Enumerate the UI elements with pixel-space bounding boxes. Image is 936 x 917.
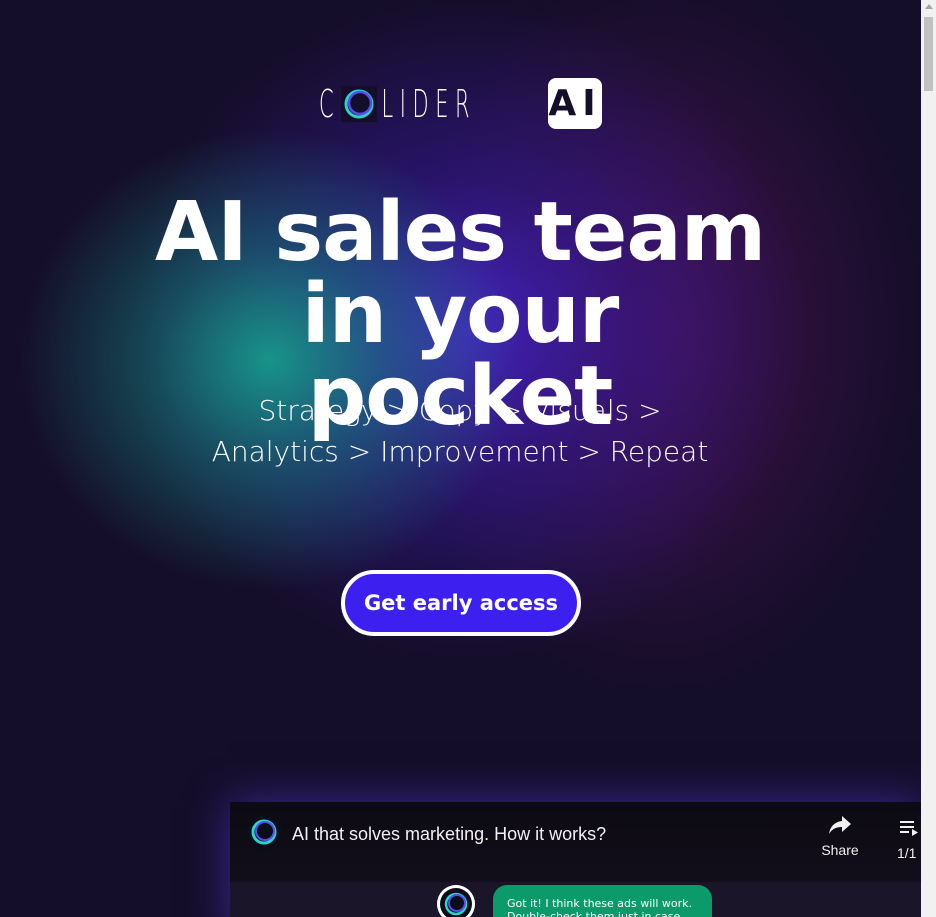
video-title[interactable]: AI that solves marketing. How it works? [292, 824, 606, 845]
playlist-button[interactable]: 1/1 [890, 814, 921, 864]
chat-bubble: Got it! I think these ads will work. Dou… [493, 885, 712, 917]
logo-ring-icon [341, 86, 377, 122]
hero-subtitle: Strategy > Copy > Visuals > Analytics > … [211, 394, 709, 468]
logo-wordmark: COLLIDER [319, 82, 477, 126]
page-scrollbar[interactable] [921, 0, 936, 917]
scroll-thumb[interactable] [924, 17, 933, 91]
chat-avatar-icon [437, 885, 475, 917]
channel-avatar-icon[interactable] [246, 814, 282, 850]
get-early-access-button[interactable]: Get early access [341, 570, 581, 636]
playlist-icon [900, 821, 918, 836]
share-label: Share [821, 842, 859, 858]
collider-ai-logo[interactable]: COLLIDER AI [319, 78, 602, 130]
share-icon [829, 816, 851, 834]
share-button[interactable]: Share [814, 814, 866, 864]
scroll-up-arrow-icon[interactable] [925, 4, 933, 9]
video-embed[interactable]: AI that solves marketing. How it works? … [230, 802, 921, 917]
logo-ai-badge: AI [548, 78, 602, 129]
landing-page: COLLIDER AI AI sales team in your pocket… [0, 0, 921, 917]
playlist-count: 1/1 [897, 845, 917, 861]
